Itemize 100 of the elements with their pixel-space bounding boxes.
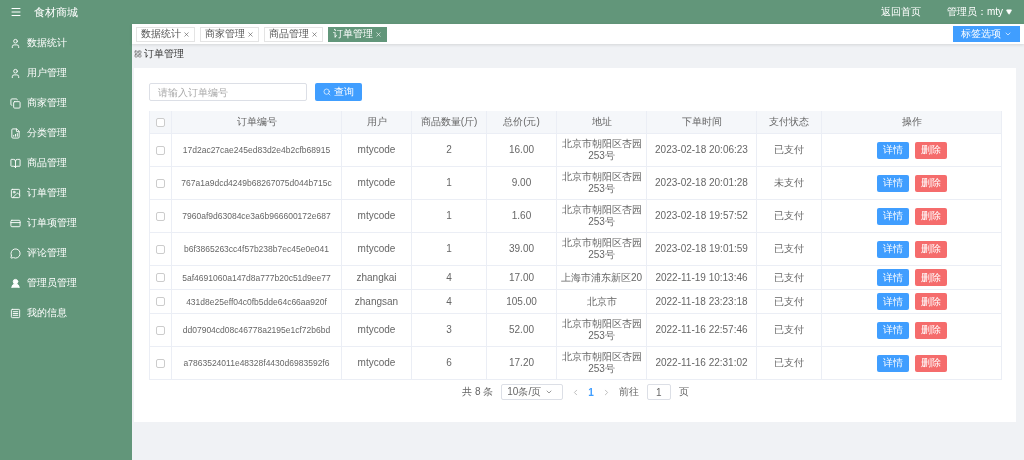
tab[interactable]: 商家管理 <box>200 26 259 42</box>
page-size-select[interactable]: 10条/页 <box>501 384 564 400</box>
table-cell: 1 <box>446 210 452 222</box>
detail-button[interactable]: 详情 <box>876 240 909 258</box>
table-cell: 已支付 <box>774 324 804 336</box>
home-link[interactable]: 返回首页 <box>880 5 921 19</box>
table-cell: 上海市浦东新区20 <box>560 271 643 284</box>
table-cell: 7960af9d63084ce3a6b966600172e687 <box>182 210 331 222</box>
table-cell: 已支付 <box>774 295 804 308</box>
sidebar-item[interactable]: 数据统计 <box>0 28 132 58</box>
detail-button[interactable]: 详情 <box>876 321 909 339</box>
detail-button[interactable]: 详情 <box>876 293 909 310</box>
table-cell: 2023-02-18 19:01:59 <box>655 243 748 255</box>
delete-button[interactable]: 删除 <box>914 269 947 286</box>
table-cell: 北京市朝阳区杏园253号 <box>560 237 643 261</box>
column-header: 操作 <box>822 111 1002 134</box>
table-cell: 已支付 <box>774 357 804 369</box>
detail-button[interactable]: 详情 <box>876 174 909 192</box>
table-cell: 北京市朝阳区杏园253号 <box>560 351 643 375</box>
app-title: 食材商城 <box>34 4 79 20</box>
table-cell: b6f3865263cc4f57b238b7ec45e0e041 <box>183 243 330 255</box>
tab-options-button[interactable]: 标签选项 <box>953 26 1020 42</box>
delete-button[interactable]: 删除 <box>914 293 947 310</box>
delete-button[interactable]: 删除 <box>914 174 947 192</box>
table-cell: 6 <box>446 357 452 369</box>
total-count: 共 8 条 <box>462 385 494 399</box>
table-cell: 17.00 <box>509 271 534 284</box>
column-header: 下单时间 <box>647 111 757 134</box>
sidebar-item[interactable]: 订单项管理 <box>0 208 132 238</box>
user-menu[interactable]: 管理员：mty <box>946 5 1012 19</box>
page-number[interactable]: 1 <box>588 386 594 398</box>
table-cell: 1 <box>446 177 452 189</box>
delete-button[interactable]: 删除 <box>914 321 947 339</box>
table-cell: 2022-11-16 22:31:02 <box>655 357 748 369</box>
table-cell: 9.00 <box>511 177 532 189</box>
table-cell: mtycode <box>357 243 396 255</box>
detail-button[interactable]: 详情 <box>876 141 909 159</box>
table-cell: 105.00 <box>506 295 537 308</box>
table-cell: dd07904cd08c46778a2195e1cf72b6bd <box>182 324 331 336</box>
table-cell: 已支付 <box>774 210 804 222</box>
table-cell: 2023-02-18 19:57:52 <box>655 210 748 222</box>
table-cell: mtycode <box>357 210 396 222</box>
detail-button[interactable]: 详情 <box>876 269 909 286</box>
table-cell: 3 <box>446 324 452 336</box>
table-cell: 4 <box>446 271 452 284</box>
search-field[interactable]: 请输入订单编号 <box>149 83 307 101</box>
sidebar-item[interactable]: 管理员管理 <box>0 268 132 298</box>
table-cell: 已支付 <box>774 144 804 156</box>
table-cell: 北京市朝阳区杏园253号 <box>560 171 643 195</box>
tab[interactable]: 数据统计 <box>136 26 195 42</box>
column-header: 用户 <box>342 111 412 134</box>
table-cell: 17d2ac27cae245ed83d2e4b2cfb68915 <box>182 144 331 156</box>
table-cell: 2 <box>446 144 452 156</box>
table-cell: 1 <box>446 243 452 255</box>
tab[interactable]: 商品管理 <box>264 26 323 42</box>
table-cell: 2022-11-16 22:57:46 <box>655 324 748 336</box>
table-cell: 1.60 <box>511 210 532 222</box>
table-cell: 39.00 <box>509 243 534 255</box>
table-cell: 北京市朝阳区杏园253号 <box>560 204 643 228</box>
table-cell: 已支付 <box>774 271 804 284</box>
delete-button[interactable]: 删除 <box>914 207 947 225</box>
sidebar-item[interactable]: 商品管理 <box>0 148 132 178</box>
delete-button[interactable]: 删除 <box>914 354 947 372</box>
table-cell: zhangkai <box>356 271 397 284</box>
table-cell: mtycode <box>357 357 396 369</box>
goto-page-field[interactable]: 1 <box>646 384 671 400</box>
column-header: 商品数量(斤) <box>412 111 487 134</box>
delete-button[interactable]: 删除 <box>914 240 947 258</box>
tab[interactable]: 订单管理 <box>328 26 387 42</box>
column-header: 总价(元) <box>487 111 557 134</box>
table-cell: 5af4691060a147d8a777b20c51d9ee77 <box>182 271 331 284</box>
table-cell: 2022-11-19 10:13:46 <box>655 271 748 284</box>
search-button[interactable]: 查询 <box>315 83 362 101</box>
column-header: 支付状态 <box>757 111 822 134</box>
column-header: 订单编号 <box>172 111 342 134</box>
sidebar-item[interactable]: 我的信息 <box>0 298 132 328</box>
table-cell: 北京市朝阳区杏园253号 <box>560 138 643 162</box>
sidebar-item[interactable]: 商家管理 <box>0 88 132 118</box>
table-cell: 未支付 <box>774 177 804 189</box>
table-cell: 431d8e25eff04c0fb5dde64c66aa920f <box>186 295 327 308</box>
table-cell: mtycode <box>357 144 396 156</box>
goto-label: 前往 <box>618 385 639 399</box>
column-header: 地址 <box>557 111 647 134</box>
sidebar-item[interactable]: 分类管理 <box>0 118 132 148</box>
table-cell: 2023-02-18 20:06:23 <box>655 144 748 156</box>
sidebar-item[interactable]: 评论管理 <box>0 238 132 268</box>
table-cell: 北京市 <box>586 295 617 308</box>
sidebar-item[interactable]: 用户管理 <box>0 58 132 88</box>
table-cell: 17.20 <box>509 357 534 369</box>
sidebar-item[interactable]: 订单管理 <box>0 178 132 208</box>
table-cell: 已支付 <box>774 243 804 255</box>
detail-button[interactable]: 详情 <box>876 207 909 225</box>
table-cell: 2022-11-18 23:23:18 <box>655 295 748 308</box>
delete-button[interactable]: 删除 <box>914 141 947 159</box>
table-cell: 北京市朝阳区杏园253号 <box>560 318 643 342</box>
table-cell: 767a1a9dcd4249b68267075d044b715c <box>181 177 332 189</box>
table-cell: 16.00 <box>509 144 534 156</box>
table-cell: zhangsan <box>354 295 399 308</box>
table-cell: 4 <box>446 295 452 308</box>
detail-button[interactable]: 详情 <box>876 354 909 372</box>
